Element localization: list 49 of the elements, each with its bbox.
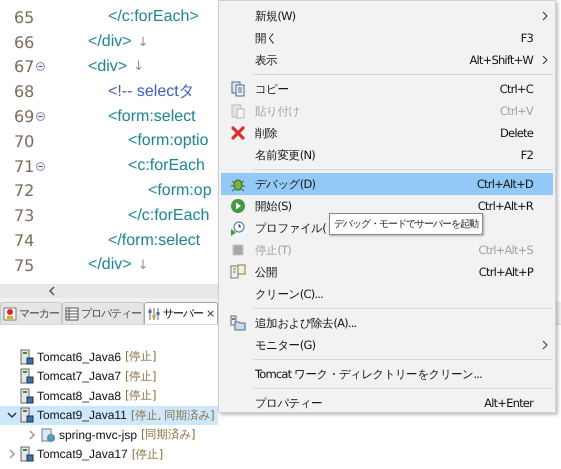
code-line: </c:forEach: [127, 206, 210, 225]
server-status: [同期済み]: [141, 427, 195, 442]
shortcut-text: Alt+Shift+W: [469, 53, 533, 67]
code-line: <c:forEach: [127, 157, 205, 176]
code-line: <div>: [87, 58, 128, 76]
tooltip: デバッグ・モードでサーバーを起動: [329, 213, 483, 235]
line-number: 68: [13, 82, 36, 102]
line-number: 69: [13, 107, 36, 126]
server-status: [停止]: [125, 368, 156, 384]
code-comment: <!-- selectタ: [107, 82, 195, 102]
shortcut-text: Ctrl+Alt+S: [478, 243, 533, 257]
line-number: 73: [13, 206, 36, 226]
line-number: 71: [13, 156, 36, 176]
line-end-mark: ↓: [138, 258, 148, 273]
line-number: 72: [13, 181, 36, 200]
shortcut-text: Ctrl+V: [500, 104, 533, 118]
code-line: <form:select: [107, 108, 196, 126]
line-end-mark: ↓: [138, 34, 148, 50]
line-number: 70: [13, 132, 36, 151]
line-number: 66: [13, 32, 36, 52]
line-number: 74: [13, 231, 36, 250]
shortcut-text: Ctrl+Alt+D: [476, 177, 533, 191]
code-line: </c:forEach>: [107, 8, 199, 26]
code-line: <form:op: [147, 182, 212, 200]
line-end-mark: ↓: [133, 59, 144, 74]
code-line: </div>: [87, 33, 132, 52]
shortcut-text: F3: [520, 31, 533, 45]
shortcut-text: Delete: [500, 126, 533, 140]
code-line: </form:select: [107, 232, 200, 250]
server-name: Tomcat8_Java8: [37, 388, 122, 403]
code-line: </div>: [87, 256, 132, 274]
server-status: [停止]: [125, 349, 156, 364]
shortcut-text: Ctrl+Alt+R: [478, 199, 533, 213]
shortcut-text: Ctrl+Alt+P: [478, 265, 533, 279]
server-name: Tomcat9_Java11: [37, 408, 127, 422]
server-name: Tomcat9_Java17: [37, 447, 128, 462]
code-line: <form:optio: [127, 132, 208, 150]
shortcut-text: Alt+Enter: [484, 396, 533, 410]
shortcut-text: Ctrl+C: [500, 82, 533, 96]
server-name: spring-mvc-jsp: [59, 428, 138, 442]
server-status: [停止]: [132, 446, 163, 462]
line-number: 75: [13, 256, 36, 275]
line-number: 67: [13, 57, 36, 76]
server-name: Tomcat7_Java7: [37, 369, 122, 384]
shortcut-text: F2: [520, 148, 533, 162]
server-status: [停止, 同期済み]: [130, 408, 214, 423]
line-number: 65: [13, 8, 36, 27]
server-status: [停止]: [125, 388, 156, 404]
server-name: Tomcat6_Java6: [37, 350, 122, 364]
